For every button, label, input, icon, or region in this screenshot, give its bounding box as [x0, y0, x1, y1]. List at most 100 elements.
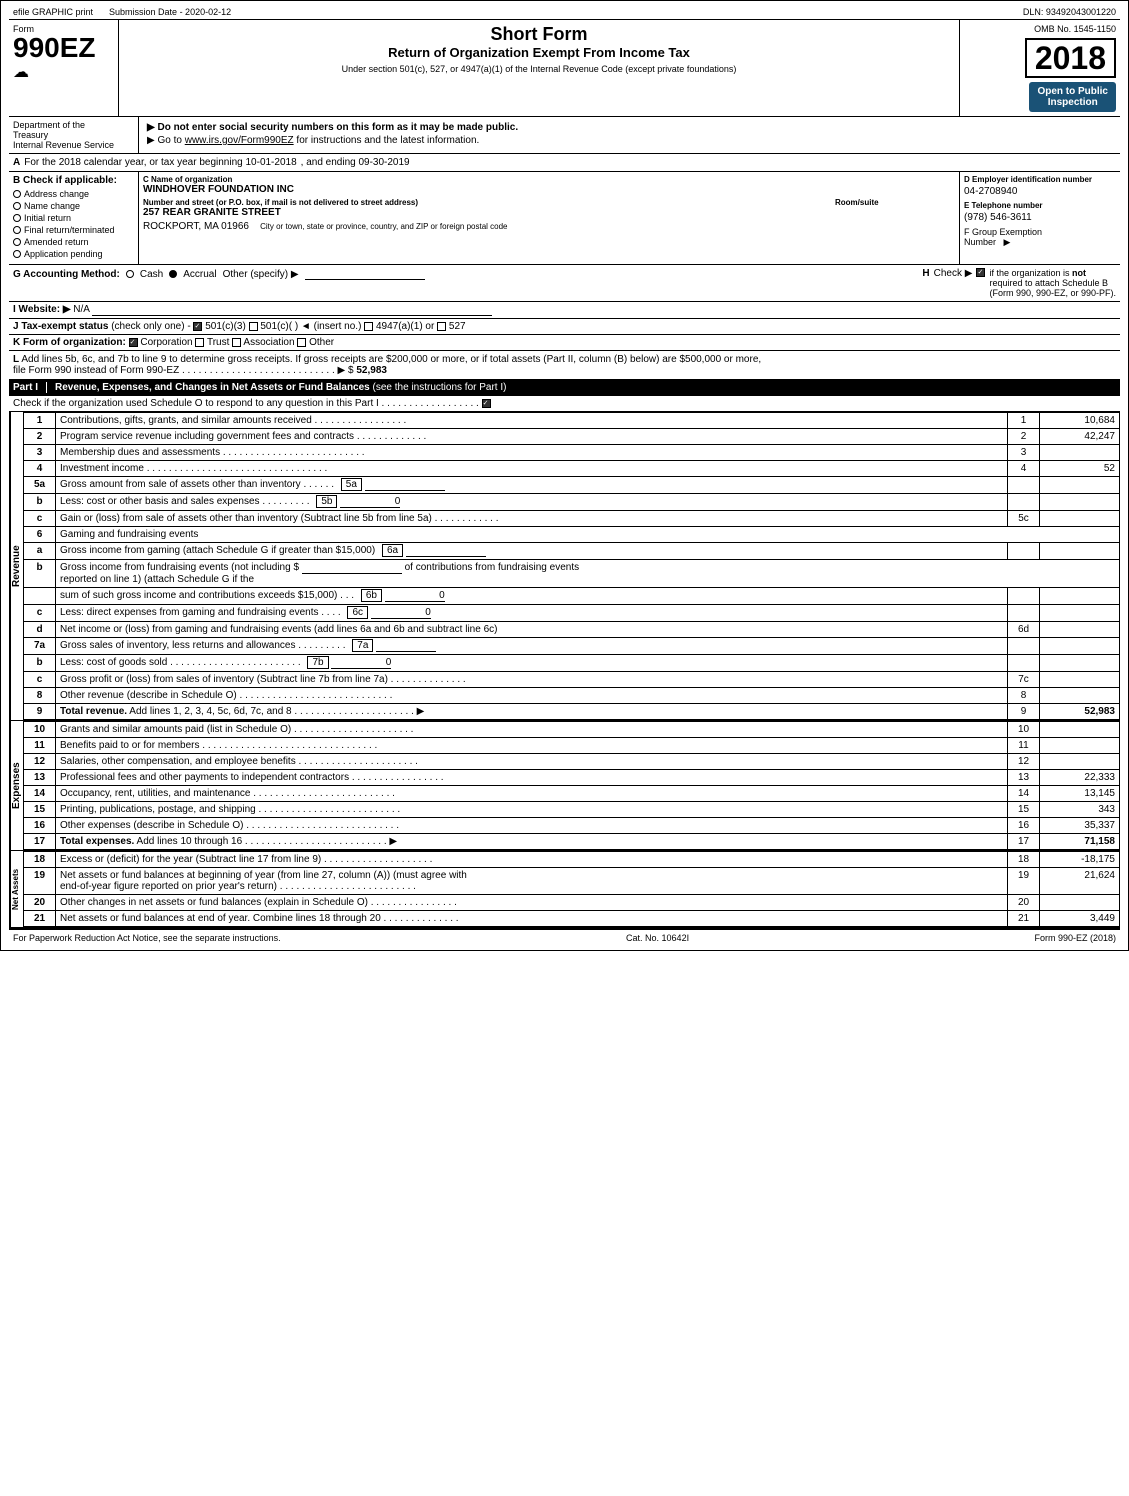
app-pending-radio[interactable]: [13, 250, 21, 258]
form-org-section: K Form of organization: Corporation Trus…: [9, 335, 1120, 351]
table-row: 3 Membership dues and assessments . . . …: [24, 445, 1120, 461]
address-value: 257 REAR GRANITE STREET: [143, 207, 827, 218]
schedule-o-checkbox[interactable]: [482, 399, 491, 408]
row-5b-linenum: [1008, 494, 1040, 511]
row-6b2-linenum: [1008, 588, 1040, 605]
c3-checkbox[interactable]: [193, 322, 202, 331]
row-5c-linenum: 5c: [1008, 511, 1040, 527]
row-8-desc: Other revenue (describe in Schedule O) .…: [56, 688, 1008, 704]
app-pending-item: Application pending: [13, 249, 134, 259]
row-10-desc: Grants and similar amounts paid (list in…: [56, 722, 1008, 738]
expenses-content: 10 Grants and similar amounts paid (list…: [23, 721, 1120, 850]
assoc-label: Association: [243, 337, 297, 348]
row-5c-amount: [1040, 511, 1120, 527]
a1-checkbox[interactable]: [364, 322, 373, 331]
row-1-num: 1: [24, 413, 56, 429]
table-row: 21 Net assets or fund balances at end of…: [24, 911, 1120, 927]
row-8-linenum: 8: [1008, 688, 1040, 704]
section-a-label: A: [13, 157, 20, 168]
table-row: b Less: cost or other basis and sales ex…: [24, 494, 1120, 511]
row-6c-amount: [1040, 605, 1120, 622]
row-7b-linenum: [1008, 655, 1040, 672]
name-change-label: Name change: [24, 201, 80, 211]
top-bar-left: efile GRAPHIC print Submission Date - 20…: [13, 7, 231, 17]
org-name-section: C Name of organization WINDHOVER FOUNDAT…: [143, 175, 955, 195]
net-assets-content: 18 Excess or (deficit) for the year (Sub…: [23, 851, 1120, 927]
net-assets-side-label: Net Assets: [9, 851, 23, 927]
check-left-label: B Check if applicable:: [13, 175, 134, 186]
h-checkbox[interactable]: [976, 268, 985, 277]
city-value: ROCKPORT, MA 01966: [143, 221, 249, 232]
address-change-radio[interactable]: [13, 190, 21, 198]
row-2-linenum: 2: [1008, 429, 1040, 445]
row-16-desc: Other expenses (describe in Schedule O) …: [56, 818, 1008, 834]
dept-left: Department of theTreasuryInternal Revenu…: [9, 117, 139, 153]
table-row: 6 Gaming and fundraising events: [24, 527, 1120, 543]
d-label: D Employer identification number: [964, 175, 1116, 184]
trust-checkbox[interactable]: [195, 338, 204, 347]
taxexempt-section: J Tax-exempt status (check only one) - 5…: [9, 319, 1120, 335]
employer-right: D Employer identification number 04-2708…: [960, 172, 1120, 264]
amended-return-radio[interactable]: [13, 238, 21, 246]
amended-return-label: Amended return: [24, 237, 89, 247]
final-return-radio[interactable]: [13, 226, 21, 234]
other-org-label: Other: [309, 337, 334, 348]
row-7c-num: c: [24, 672, 56, 688]
row-13-linenum: 13: [1008, 770, 1040, 786]
row-6c-desc: Less: direct expenses from gaming and fu…: [56, 605, 1008, 622]
row-18-desc: Excess or (deficit) for the year (Subtra…: [56, 852, 1008, 868]
row-4-amount: 52: [1040, 461, 1120, 477]
name-change-radio[interactable]: [13, 202, 21, 210]
table-row: 8 Other revenue (describe in Schedule O)…: [24, 688, 1120, 704]
corp-checkbox[interactable]: [129, 338, 138, 347]
dept-line1: ▶ Do not enter social security numbers o…: [147, 122, 1112, 133]
row-6a-amount: [1040, 543, 1120, 560]
table-row: c Less: direct expenses from gaming and …: [24, 605, 1120, 622]
c4-checkbox[interactable]: [249, 322, 258, 331]
table-row: 17 Total expenses. Add lines 10 through …: [24, 834, 1120, 850]
a1-label: 4947(a)(1) or: [376, 321, 437, 332]
h-desc: if the organization is notrequired to at…: [989, 268, 1116, 298]
address-label: Number and street (or P.O. box, if mail …: [143, 198, 827, 207]
row-5c-desc: Gain or (loss) from sale of assets other…: [56, 511, 1008, 527]
part-i-title: Revenue, Expenses, and Changes in Net As…: [55, 382, 506, 393]
website-value: N/A: [73, 304, 89, 315]
initial-return-radio[interactable]: [13, 214, 21, 222]
org-name-label: C Name of organization: [143, 175, 955, 184]
table-row: 2 Program service revenue including gove…: [24, 429, 1120, 445]
e-label: E Telephone number: [964, 201, 1116, 210]
table-row: 14 Occupancy, rent, utilities, and maint…: [24, 786, 1120, 802]
dln-number: DLN: 93492043001220: [1023, 7, 1116, 17]
row-14-num: 14: [24, 786, 56, 802]
footer-center: Cat. No. 10642I: [626, 933, 689, 943]
row-2-num: 2: [24, 429, 56, 445]
accrual-radio[interactable]: [169, 270, 177, 278]
row-11-amount: [1040, 738, 1120, 754]
other-org-checkbox[interactable]: [297, 338, 306, 347]
dept-section: Department of theTreasuryInternal Revenu…: [9, 117, 1120, 154]
row-6b-num: b: [24, 560, 56, 588]
table-row: c Gross profit or (loss) from sales of i…: [24, 672, 1120, 688]
other-field[interactable]: [305, 268, 425, 280]
row-6b2-num: [24, 588, 56, 605]
cash-radio[interactable]: [126, 270, 134, 278]
table-row: b Gross income from fundraising events (…: [24, 560, 1120, 588]
row-11-desc: Benefits paid to or for members . . . . …: [56, 738, 1008, 754]
website-field[interactable]: [92, 304, 492, 316]
s27-checkbox[interactable]: [437, 322, 446, 331]
row-6a-desc: Gross income from gaming (attach Schedul…: [56, 543, 1008, 560]
assoc-checkbox[interactable]: [232, 338, 241, 347]
i-label: I Website: ▶: [13, 304, 71, 315]
row-9-desc: Total revenue. Add lines 1, 2, 3, 4, 5c,…: [56, 704, 1008, 720]
form-id-box: Form 990EZ ☁: [9, 20, 119, 116]
row-20-linenum: 20: [1008, 895, 1040, 911]
ein-number: 04-2708940: [964, 186, 1116, 197]
row-4-num: 4: [24, 461, 56, 477]
efile-label: efile GRAPHIC print: [13, 7, 93, 17]
row-7b-desc: Less: cost of goods sold . . . . . . . .…: [56, 655, 1008, 672]
phone-number: (978) 546-3611: [964, 212, 1116, 223]
row-14-desc: Occupancy, rent, utilities, and maintena…: [56, 786, 1008, 802]
row-9-linenum: 9: [1008, 704, 1040, 720]
row-13-num: 13: [24, 770, 56, 786]
accrual-label: Accrual: [183, 269, 216, 280]
